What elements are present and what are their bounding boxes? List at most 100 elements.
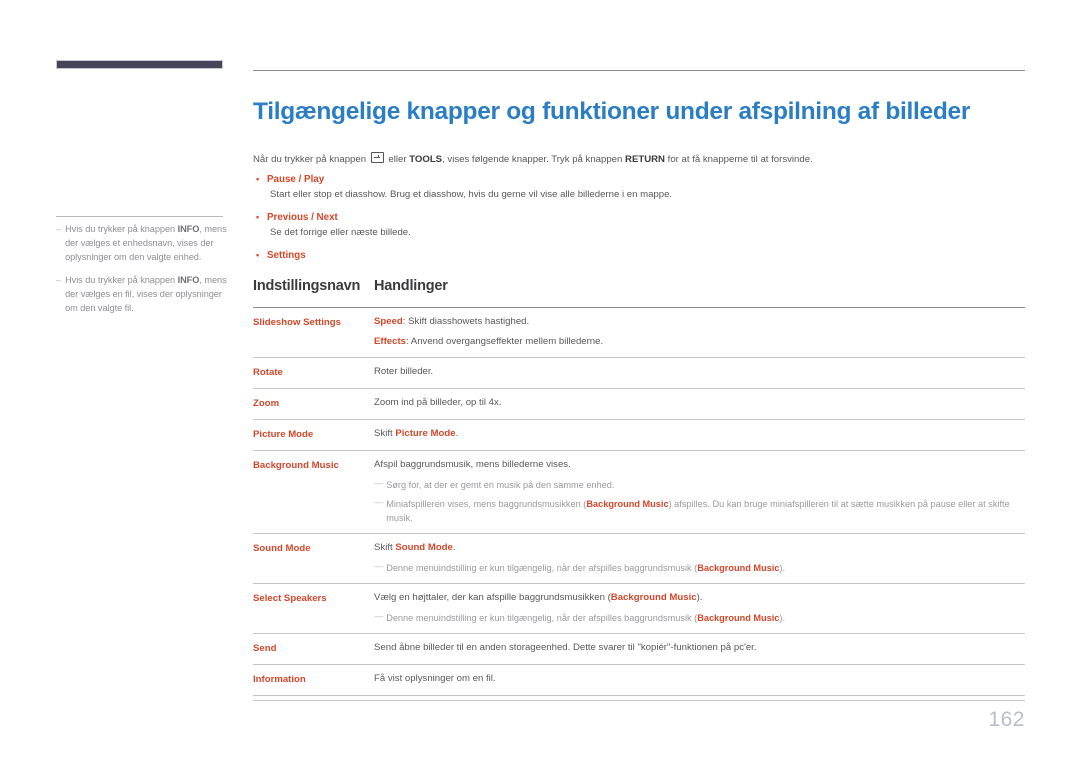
table-row: Sound Mode Skift Sound Mode. — Denne men… [253, 534, 1025, 584]
setting-actions: Zoom ind på billeder, op til 4x. [374, 396, 1025, 411]
note-body: Sørg for, at der er gemt en musik på den… [386, 478, 614, 492]
note-post: ). [779, 563, 786, 573]
note-body: Denne menuindstilling er kun tilgængelig… [386, 611, 785, 625]
dash-marker: – [56, 224, 62, 234]
sidebar-notes: – Hvis du trykker på knappen INFO, mens … [56, 222, 232, 324]
note-pre: Miniafspilleren vises, mens baggrundsmus… [386, 499, 587, 509]
chapter-indicator-bar [56, 60, 223, 69]
setting-actions: Afspil baggrundsmusik, mens billederne v… [374, 458, 1025, 525]
note-body: Miniafspilleren vises, mens baggrundsmus… [386, 497, 1025, 525]
action-text-tail: ). [696, 592, 703, 603]
setting-actions: Skift Sound Mode. — Denne menuindstillin… [374, 541, 1025, 575]
setting-actions: Få vist oplysninger om en fil. [374, 672, 1025, 687]
note-bold: INFO [177, 224, 200, 234]
dash-marker: – [56, 275, 62, 285]
action-keyword: Background Music [610, 592, 697, 603]
bullet-description: Start eller stop et diasshow. Brug et di… [270, 189, 673, 200]
setting-actions: Send åbne billeder til en anden storagee… [374, 641, 1025, 656]
action-text: : Skift diasshowets hastighed. [402, 316, 530, 327]
sidebar-note-text: Hvis du trykker på knappen INFO, mens de… [65, 222, 232, 264]
bullet-icon: • [256, 250, 260, 260]
setting-name: Sound Mode [253, 543, 311, 554]
dash-marker: — [374, 561, 384, 571]
action-line: Effects: Anvend overgangseffekter mellem… [374, 335, 1025, 349]
setting-actions: Vælg en højttaler, der kan afspille bagg… [374, 591, 1025, 625]
note-pre: Sørg for, at der er gemt en musik på den… [386, 480, 615, 490]
list-item: – Hvis du trykker på knappen INFO, mens … [56, 273, 232, 315]
table-row: Rotate Roter billeder. [253, 358, 1025, 389]
intro-part-2: eller [385, 154, 410, 165]
note-post: ). [779, 613, 786, 623]
table-row: Zoom Zoom ind på billeder, op til 4x. [253, 389, 1025, 420]
setting-name: Information [253, 674, 306, 685]
action-text: Få vist oplysninger om en fil. [374, 673, 496, 684]
intro-paragraph: Når du trykker på knappen eller TOOLS, v… [253, 152, 1025, 167]
bullet-label: Pause / Play [267, 174, 325, 185]
intro-part-4: for at få knapperne til at forsvinde. [665, 154, 813, 165]
note-pre: Denne menuindstilling er kun tilgængelig… [386, 563, 698, 573]
dash-marker: — [374, 611, 384, 621]
table-row: Select Speakers Vælg en højttaler, der k… [253, 584, 1025, 634]
table-row: Information Få vist oplysninger om en fi… [253, 665, 1025, 696]
settings-table: Slideshow Settings Speed: Skift diasshow… [253, 307, 1025, 696]
sidebar-nav-bar-container [56, 60, 223, 69]
setting-name: Picture Mode [253, 429, 314, 440]
action-note: — Denne menuindstilling er kun tilgængel… [374, 611, 1025, 625]
action-note: — Denne menuindstilling er kun tilgængel… [374, 561, 1025, 575]
intro-part-1: Når du trykker på knappen [253, 154, 369, 165]
header-divider [253, 70, 1025, 71]
bullet-icon: • [256, 174, 260, 184]
table-row: Send Send åbne billeder til en anden sto… [253, 634, 1025, 665]
note-pre: Hvis du trykker på knappen [65, 224, 178, 234]
action-text: Vælg en højttaler, der kan afspille bagg… [374, 592, 611, 603]
action-line: Få vist oplysninger om en fil. [374, 672, 1025, 686]
action-keyword: Effects [374, 336, 406, 347]
action-text: Skift [374, 542, 396, 553]
sidebar-divider [56, 216, 223, 217]
action-line: Vælg en højttaler, der kan afspille bagg… [374, 591, 1025, 605]
list-item: • Settings [253, 248, 1025, 263]
action-note: — Miniafspilleren vises, mens baggrundsm… [374, 497, 1025, 525]
button-list: • Pause / Play Start eller stop et diass… [253, 172, 1025, 263]
dash-marker: — [374, 497, 384, 507]
note-bold: INFO [177, 275, 200, 285]
setting-actions: Speed: Skift diasshowets hastighed. Effe… [374, 315, 1025, 349]
action-text: Send åbne billeder til en anden storagee… [374, 642, 757, 653]
action-line: Roter billeder. [374, 365, 1025, 379]
footer-divider [253, 700, 1025, 702]
action-text: : Anvend overgangseffekter mellem billed… [406, 336, 604, 347]
action-text: Afspil baggrundsmusik, mens billederne v… [374, 459, 571, 470]
page-number: 162 [988, 708, 1025, 731]
table-row: Background Music Afspil baggrundsmusik, … [253, 451, 1025, 534]
list-item: • Pause / Play [253, 172, 1025, 187]
action-line: Skift Sound Mode. [374, 541, 1025, 555]
action-line: Speed: Skift diasshowets hastighed. [374, 315, 1025, 329]
action-text-tail: . [452, 542, 456, 553]
table-row: Slideshow Settings Speed: Skift diasshow… [253, 308, 1025, 358]
bullet-description: Se det forrige eller næste billede. [270, 227, 411, 238]
intro-bold-tools: TOOLS [409, 154, 443, 165]
bullet-icon: • [256, 212, 260, 222]
list-item: – Hvis du trykker på knappen INFO, mens … [56, 222, 232, 264]
table-header-col-2: Handlinger [374, 278, 448, 294]
setting-name: Rotate [253, 367, 283, 378]
note-body: Denne menuindstilling er kun tilgængelig… [386, 561, 785, 575]
intro-part-3: , vises følgende knapper. Tryk på knappe… [442, 154, 626, 165]
action-text: Zoom ind på billeder, op til 4x. [374, 397, 502, 408]
setting-name: Slideshow Settings [253, 317, 341, 328]
action-text-tail: . [455, 428, 459, 439]
setting-name: Zoom [253, 398, 280, 409]
action-keyword: Speed [374, 316, 403, 327]
action-line: Skift Picture Mode. [374, 427, 1025, 441]
dash-marker: — [374, 478, 384, 488]
action-note: — Sørg for, at der er gemt en musik på d… [374, 478, 1025, 492]
action-text: Roter billeder. [374, 366, 434, 377]
intro-bold-return: RETURN [625, 154, 665, 165]
page-title: Tilgængelige knapper og funktioner under… [253, 98, 971, 125]
setting-actions: Roter billeder. [374, 365, 1025, 380]
bullet-label: Settings [267, 250, 306, 261]
table-header: Indstillingsnavn Handlinger [253, 278, 448, 294]
note-bold: Background Music [697, 613, 780, 623]
action-line: Send åbne billeder til en anden storagee… [374, 641, 1025, 655]
note-pre: Hvis du trykker på knappen [65, 275, 178, 285]
